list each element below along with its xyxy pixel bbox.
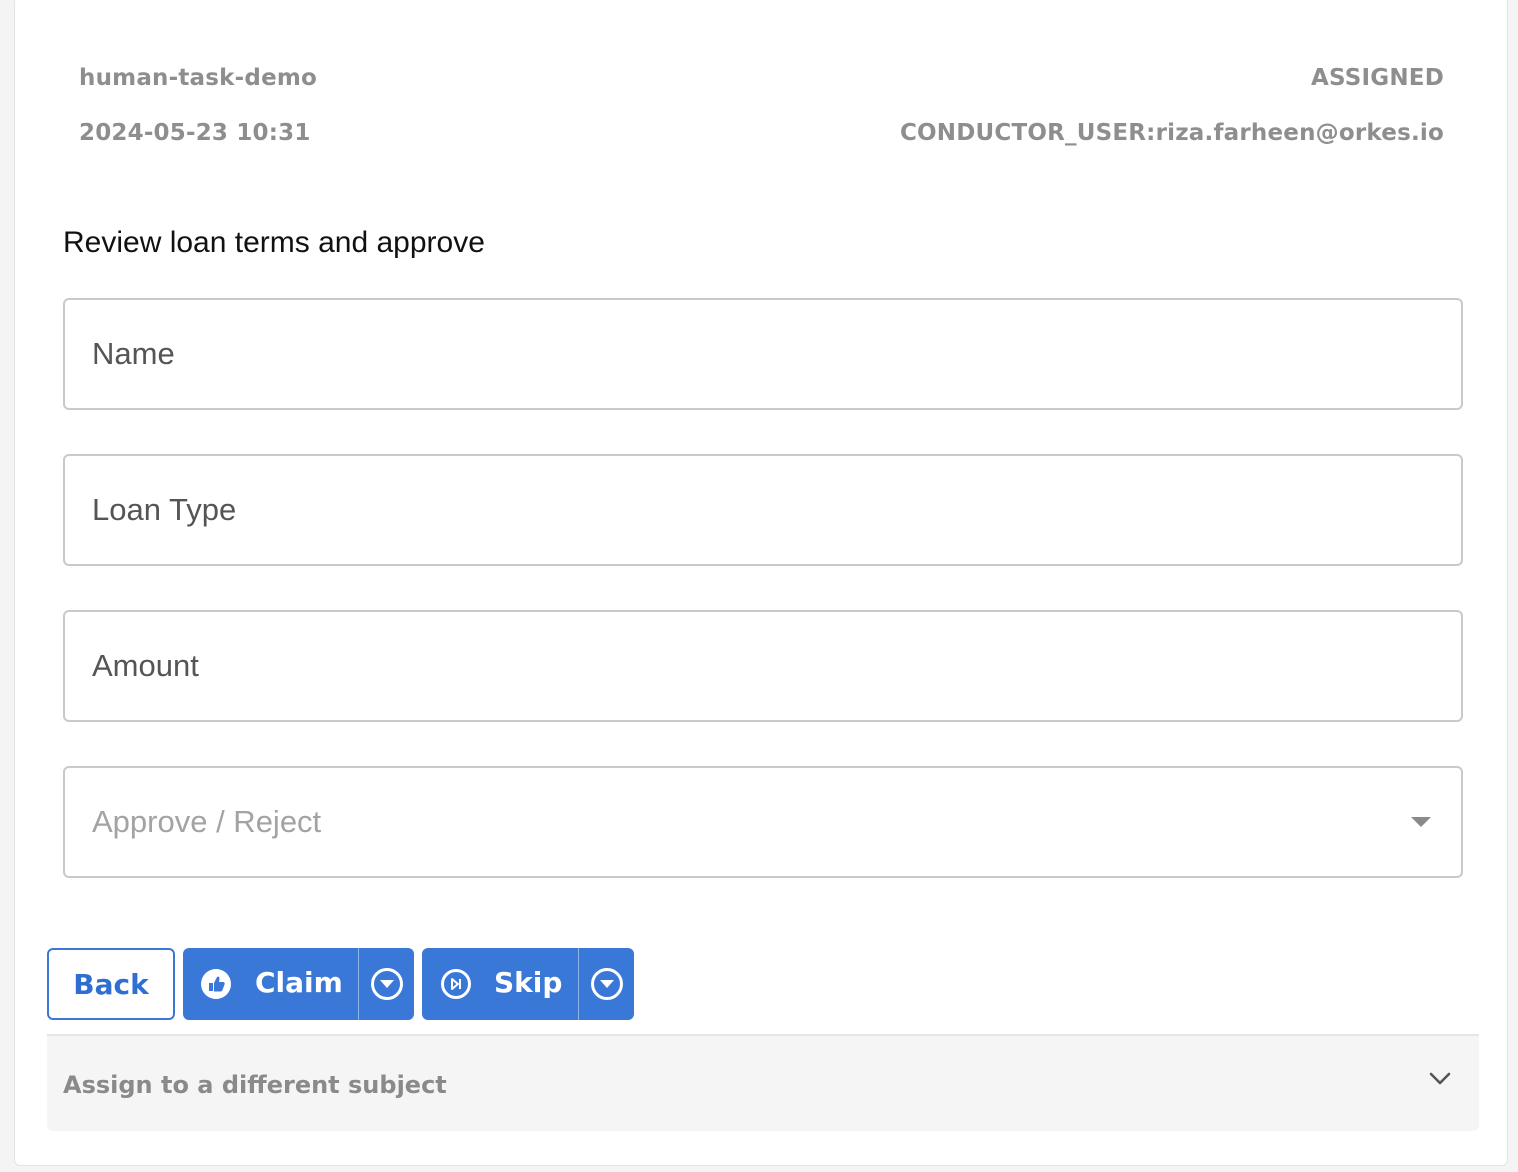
skip-button[interactable]: Skip bbox=[422, 948, 578, 1020]
approve-reject-placeholder: Approve / Reject bbox=[92, 804, 322, 839]
skip-button-label: Skip bbox=[494, 966, 563, 999]
skip-options-toggle[interactable] bbox=[579, 948, 634, 1020]
amount-input[interactable] bbox=[65, 612, 1461, 720]
created-timestamp: 2024-05-23 10:31 bbox=[79, 120, 311, 146]
name-field-container bbox=[63, 298, 1463, 410]
assignee: CONDUCTOR_USER:riza.farheen@orkes.io bbox=[899, 120, 1444, 146]
skip-split-button: Skip bbox=[422, 948, 634, 1020]
status-badge: ASSIGNED bbox=[1311, 65, 1444, 91]
chevron-down-icon bbox=[1429, 1072, 1451, 1091]
thumbs-up-icon bbox=[201, 969, 231, 999]
claim-split-button: Claim bbox=[183, 948, 414, 1020]
task-card: human-task-demo ASSIGNED 2024-05-23 10:3… bbox=[14, 0, 1508, 1166]
back-button[interactable]: Back bbox=[47, 948, 175, 1020]
claim-button[interactable]: Claim bbox=[183, 948, 358, 1020]
amount-field-container bbox=[63, 610, 1463, 722]
loan-type-input[interactable] bbox=[65, 456, 1461, 564]
assign-subject-accordion[interactable]: Assign to a different subject bbox=[47, 1034, 1479, 1131]
caret-down-circle-icon bbox=[371, 968, 403, 1000]
name-input[interactable] bbox=[65, 300, 1461, 408]
caret-down-icon bbox=[1411, 817, 1431, 827]
assign-subject-label: Assign to a different subject bbox=[63, 1071, 447, 1099]
skip-forward-icon bbox=[441, 969, 471, 999]
claim-button-label: Claim bbox=[255, 966, 343, 999]
claim-options-toggle[interactable] bbox=[359, 948, 414, 1020]
approve-reject-select[interactable]: Approve / Reject bbox=[63, 766, 1463, 878]
form-title: Review loan terms and approve bbox=[63, 226, 485, 259]
caret-down-circle-icon bbox=[591, 968, 623, 1000]
workflow-name: human-task-demo bbox=[79, 65, 318, 91]
loan-type-field-container bbox=[63, 454, 1463, 566]
back-button-label: Back bbox=[73, 967, 149, 1001]
